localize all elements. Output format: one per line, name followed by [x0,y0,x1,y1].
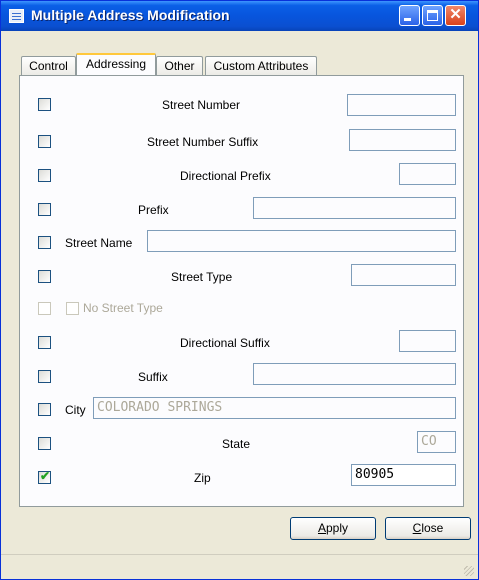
directional-suffix-field[interactable] [399,330,456,352]
directional-prefix-field[interactable] [399,163,456,185]
city-field[interactable]: COLORADO SPRINGS [93,397,456,419]
zip-label: Zip [194,471,211,485]
street-name-checkbox[interactable] [38,236,51,249]
no-street-type-inner-checkbox[interactable] [66,302,79,315]
state-label: State [222,437,251,451]
street-number-suffix-checkbox[interactable] [38,135,51,148]
dialog-window: Multiple Address Modification ✕ Control … [0,0,479,580]
close-window-button[interactable]: ✕ [445,5,466,26]
city-label: City [65,403,86,417]
app-window-icon [9,9,24,23]
suffix-checkbox[interactable] [38,370,51,383]
resize-grip-icon[interactable] [464,566,474,576]
street-number-checkbox[interactable] [38,98,51,111]
suffix-label: Suffix [138,370,168,384]
title-bar[interactable]: Multiple Address Modification ✕ [1,1,478,31]
prefix-label: Prefix [138,203,169,217]
street-type-field[interactable] [351,264,456,286]
directional-suffix-label: Directional Suffix [180,336,270,350]
tab-addressing[interactable]: Addressing [76,53,156,75]
state-field[interactable]: CO [417,431,456,453]
maximize-button[interactable] [422,5,443,26]
minimize-icon [404,18,411,21]
street-number-field[interactable] [347,94,456,116]
suffix-field[interactable] [253,363,456,385]
no-street-type-label: No Street Type [83,301,163,315]
directional-suffix-checkbox[interactable] [38,336,51,349]
apply-button[interactable]: Apply [290,517,376,540]
prefix-field[interactable] [253,197,456,219]
tab-control[interactable]: Control [21,56,76,75]
city-checkbox[interactable] [38,403,51,416]
tab-custom-attributes[interactable]: Custom Attributes [205,56,317,75]
maximize-icon [427,10,438,21]
no-street-type-checkbox[interactable] [38,302,51,315]
street-number-suffix-label: Street Number Suffix [147,135,259,149]
prefix-checkbox[interactable] [38,203,51,216]
zip-field[interactable]: 80905 [351,464,456,486]
street-name-field[interactable] [147,230,456,252]
directional-prefix-label: Directional Prefix [180,169,271,183]
zip-checkbox[interactable]: ✔ [38,469,51,484]
street-type-label: Street Type [171,270,233,284]
close-button[interactable]: Close [385,517,471,540]
close-icon: ✕ [449,6,462,23]
state-checkbox[interactable] [38,437,51,450]
status-bar [1,554,478,580]
directional-prefix-checkbox[interactable] [38,169,51,182]
street-type-checkbox[interactable] [38,270,51,283]
check-mark-icon: ✔ [40,469,51,483]
minimize-button[interactable] [399,5,420,26]
tab-other[interactable]: Other [156,56,203,75]
street-name-label: Street Name [65,236,133,250]
street-number-label: Street Number [162,98,241,112]
street-number-suffix-field[interactable] [349,129,456,151]
window-title: Multiple Address Modification [31,7,230,23]
